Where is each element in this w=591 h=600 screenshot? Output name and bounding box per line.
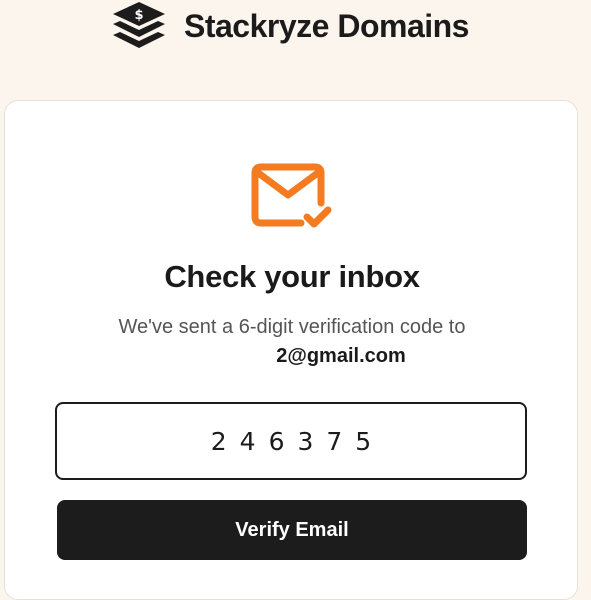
stacked-layers-dollar-icon: $ — [113, 2, 165, 48]
svg-text:$: $ — [134, 8, 143, 23]
verification-code-input[interactable] — [55, 402, 527, 480]
verification-message: We've sent a 6-digit verification code t… — [118, 316, 466, 338]
site-header: $ Stackryze Domains — [0, 0, 591, 60]
brand-name: Stackryze Domains — [184, 8, 469, 44]
page-title: Check your inbox — [164, 259, 420, 294]
mail-check-icon — [251, 163, 332, 228]
verify-email-button[interactable]: Verify Email — [57, 500, 527, 560]
recipient-email: 2@gmail.com — [5, 345, 579, 368]
recipient-email-text: 2@gmail.com — [276, 345, 406, 367]
verification-card: Check your inbox We've sent a 6-digit ve… — [4, 100, 578, 600]
redacted-region — [178, 346, 275, 367]
brand[interactable]: $ Stackryze Domains — [110, 0, 469, 56]
